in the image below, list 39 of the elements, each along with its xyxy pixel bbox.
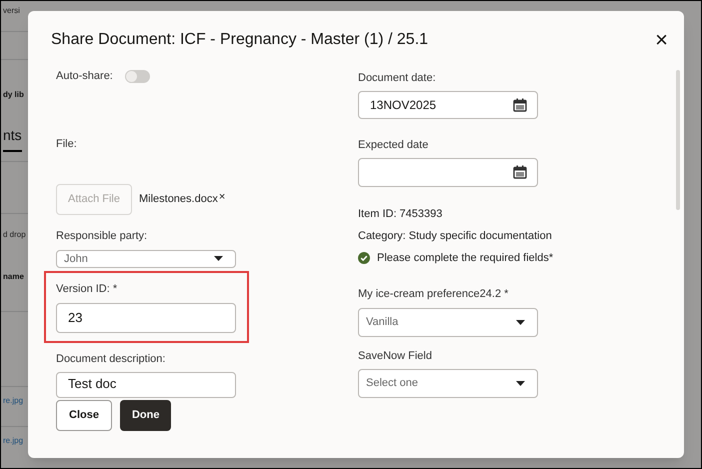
dropdown-placeholder: Select one <box>366 376 418 392</box>
close-button[interactable]: Close <box>56 400 112 431</box>
date-input[interactable] <box>358 158 538 187</box>
caret-icon <box>516 381 525 386</box>
page-tab[interactable]: nts <box>3 125 22 152</box>
page-text: d drop <box>3 229 26 241</box>
dropdown-field[interactable]: Vanilla <box>358 308 538 337</box>
description-textarea[interactable]: Test doc <box>56 372 236 398</box>
dropdown-field[interactable]: John <box>56 250 236 268</box>
caret-icon <box>516 320 525 325</box>
page-text: name <box>3 271 24 283</box>
field-label: Responsible party: <box>56 229 148 244</box>
calendar-icon[interactable] <box>513 98 527 112</box>
field-label: Expected date <box>358 138 430 154</box>
dropdown-field[interactable]: Select one <box>358 369 538 398</box>
date-value: 13NOV2025 <box>370 96 436 114</box>
dropdown-value: John <box>64 252 88 266</box>
field-label: SaveNow Field <box>358 348 433 364</box>
page-text: versi <box>3 5 20 17</box>
field-label: Auto-share: <box>56 69 113 84</box>
dialog-title: Share Document: ICF - Pregnancy - Master (1) / 25.1 <box>51 30 428 50</box>
field-label: Version ID: * <box>56 282 118 297</box>
status-message: Please complete the required fields* <box>377 250 554 266</box>
caret-icon <box>214 256 223 262</box>
field-label: My ice-cream preference24.2 * <box>358 287 510 302</box>
calendar-icon[interactable] <box>513 165 527 180</box>
done-button[interactable]: Done <box>120 400 172 431</box>
dropdown-value: Vanilla <box>366 314 398 330</box>
file-name: Milestones.docx <box>138 192 218 208</box>
field-label: File: <box>56 136 78 152</box>
date-input[interactable]: 13NOV2025 <box>358 90 538 120</box>
page-text: dy lib <box>3 89 24 101</box>
item-id-text: Item ID: 7453393 <box>358 206 444 222</box>
toggle-switch[interactable] <box>124 70 150 83</box>
field-label: Document description: <box>56 352 166 366</box>
category-text: Category: Study specific documentation <box>358 229 553 244</box>
scrollbar[interactable] <box>676 70 680 210</box>
field-label: Document date: <box>358 71 437 86</box>
version-id-input[interactable]: 23 <box>56 302 236 332</box>
